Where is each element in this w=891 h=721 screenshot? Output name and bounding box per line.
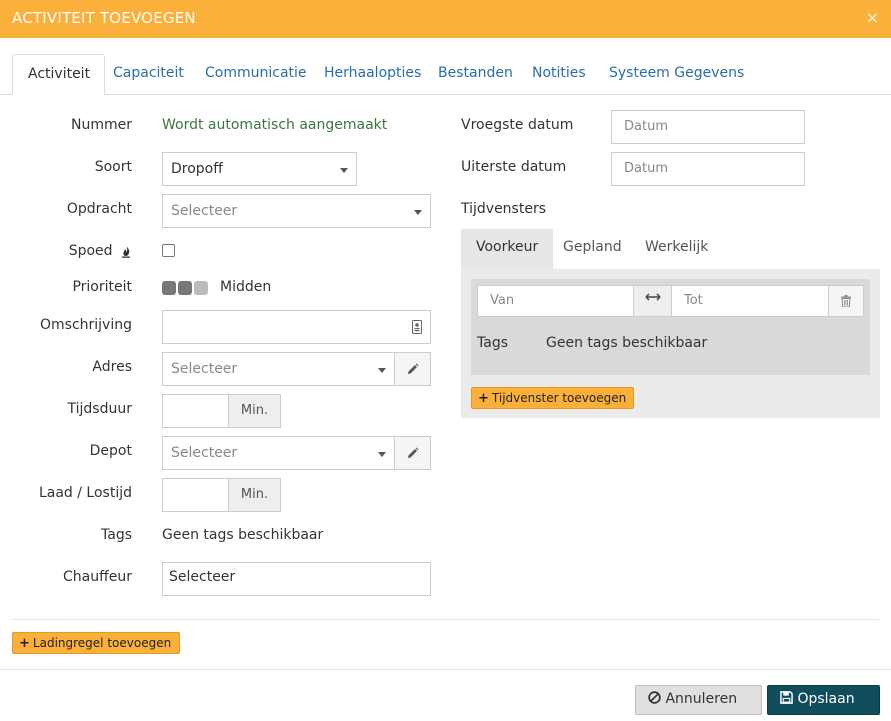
- uiterste-datum-input[interactable]: Datum: [611, 152, 805, 186]
- tijdvenster-toevoegen-button[interactable]: + Tijdvenster toevoegen: [471, 387, 634, 409]
- depot-edit-button[interactable]: [394, 436, 431, 470]
- spoed-label-text: Spoed: [68, 243, 113, 259]
- contact-card-icon: [412, 320, 422, 334]
- omschrijving-input[interactable]: [162, 310, 431, 344]
- prioriteit-label: Prioriteit: [72, 279, 132, 295]
- ban-icon: [648, 691, 661, 704]
- chevron-down-icon: [378, 452, 386, 457]
- tot-placeholder: Tot: [684, 293, 703, 308]
- chauffeur-label: Chauffeur: [63, 569, 132, 585]
- tab-bestanden[interactable]: Bestanden: [438, 54, 513, 95]
- uiterste-datum-placeholder: Datum: [624, 161, 668, 176]
- tijdvenster-tags-value: Geen tags beschikbaar: [546, 335, 708, 351]
- ladingregel-toevoegen-button[interactable]: + Ladingregel toevoegen: [12, 632, 180, 654]
- pencil-icon: [408, 363, 419, 374]
- delete-tijdvenster-button[interactable]: [828, 285, 864, 317]
- tags-value: Geen tags beschikbaar: [162, 527, 324, 543]
- tab-bar: Activiteit Capaciteit Communicatie Herha…: [0, 54, 891, 95]
- tijdsduur-input[interactable]: [162, 394, 229, 428]
- tijdvensters-tabs: Voorkeur Gepland Werkelijk: [461, 229, 880, 269]
- cancel-label: Annuleren: [665, 691, 738, 707]
- opdracht-select[interactable]: Selecteer: [162, 194, 431, 228]
- laad-lostijd-unit: Min.: [228, 478, 281, 512]
- tijdvensters-label: Tijdvensters: [461, 201, 547, 217]
- pencil-icon: [408, 447, 419, 458]
- plus-icon: +: [19, 636, 30, 651]
- dialog-title: ACTIVITEIT TOEVOEGEN: [12, 9, 196, 27]
- priority-level-3[interactable]: [194, 281, 208, 295]
- omschrijving-label: Omschrijving: [40, 317, 132, 333]
- depot-select[interactable]: Selecteer: [162, 436, 395, 470]
- spoed-checkbox[interactable]: [162, 244, 175, 257]
- save-button[interactable]: Opslaan: [767, 685, 880, 715]
- prioriteit-value: Midden: [220, 279, 272, 295]
- tijdsduur-label: Tijdsduur: [67, 401, 132, 417]
- laad-lostijd-label: Laad / Lostijd: [38, 485, 132, 501]
- tijdvenster-toevoegen-label: Tijdvenster toevoegen: [491, 391, 627, 405]
- vroegste-datum-label: Vroegste datum: [461, 117, 574, 133]
- van-placeholder: Van: [490, 293, 515, 308]
- depot-placeholder: Selecteer: [171, 445, 238, 461]
- chevron-down-icon: [340, 168, 348, 173]
- chauffeur-value: Selecteer: [169, 569, 236, 585]
- chevron-down-icon: [414, 210, 422, 215]
- tab-communicatie[interactable]: Communicatie: [205, 54, 307, 95]
- van-input[interactable]: Van: [477, 285, 634, 317]
- tab-activiteit[interactable]: Activiteit: [12, 54, 106, 95]
- save-label: Opslaan: [797, 691, 855, 707]
- arrows-horizontal-icon: [644, 293, 661, 301]
- tags-label: Tags: [101, 527, 132, 543]
- opdracht-placeholder: Selecteer: [171, 203, 238, 219]
- tab-notities[interactable]: Notities: [532, 54, 586, 95]
- vroegste-datum-input[interactable]: Datum: [611, 110, 805, 144]
- tab-systeem-gegevens[interactable]: Systeem Gegevens: [609, 54, 744, 95]
- depot-label: Depot: [89, 443, 132, 459]
- tijdvenster-tags-label: Tags: [477, 335, 508, 351]
- adres-edit-button[interactable]: [394, 352, 431, 386]
- adres-select[interactable]: Selecteer: [162, 352, 395, 386]
- dialog-header: ACTIVITEIT TOEVOEGEN ×: [0, 0, 891, 38]
- tijdsduur-unit: Min.: [228, 394, 281, 428]
- uiterste-datum-label: Uiterste datum: [461, 159, 567, 175]
- range-separator: [633, 285, 672, 317]
- floppy-disk-icon: [780, 691, 793, 704]
- fire-icon: [122, 245, 130, 258]
- nummer-value: Wordt automatisch aangemaakt: [162, 117, 388, 133]
- soort-value: Dropoff: [171, 161, 223, 177]
- divider: [12, 619, 879, 620]
- laad-lostijd-input[interactable]: [162, 478, 229, 512]
- opdracht-label: Opdracht: [66, 201, 132, 217]
- plus-icon: +: [478, 391, 489, 406]
- priority-level-1[interactable]: [162, 281, 176, 295]
- vroegste-datum-placeholder: Datum: [624, 119, 668, 134]
- tab-gepland[interactable]: Gepland: [563, 229, 622, 269]
- trash-icon: [841, 295, 851, 307]
- soort-select[interactable]: Dropoff: [162, 152, 357, 186]
- close-icon[interactable]: ×: [866, 8, 879, 27]
- nummer-label: Nummer: [71, 117, 132, 133]
- adres-label: Adres: [92, 359, 132, 375]
- tot-input[interactable]: Tot: [671, 285, 829, 317]
- spoed-label: Spoed: [69, 243, 132, 259]
- ladingregel-toevoegen-label: Ladingregel toevoegen: [32, 636, 172, 650]
- tab-herhaalopties[interactable]: Herhaalopties: [324, 54, 421, 95]
- soort-label: Soort: [94, 159, 132, 175]
- chevron-down-icon: [378, 368, 386, 373]
- tab-werkelijk[interactable]: Werkelijk: [645, 229, 708, 269]
- tab-voorkeur[interactable]: Voorkeur: [461, 229, 554, 269]
- adres-placeholder: Selecteer: [171, 361, 238, 377]
- tab-capaciteit[interactable]: Capaciteit: [113, 54, 184, 95]
- priority-level-2[interactable]: [178, 281, 192, 295]
- chauffeur-select[interactable]: Selecteer: [162, 562, 431, 596]
- cancel-button[interactable]: Annuleren: [635, 685, 762, 715]
